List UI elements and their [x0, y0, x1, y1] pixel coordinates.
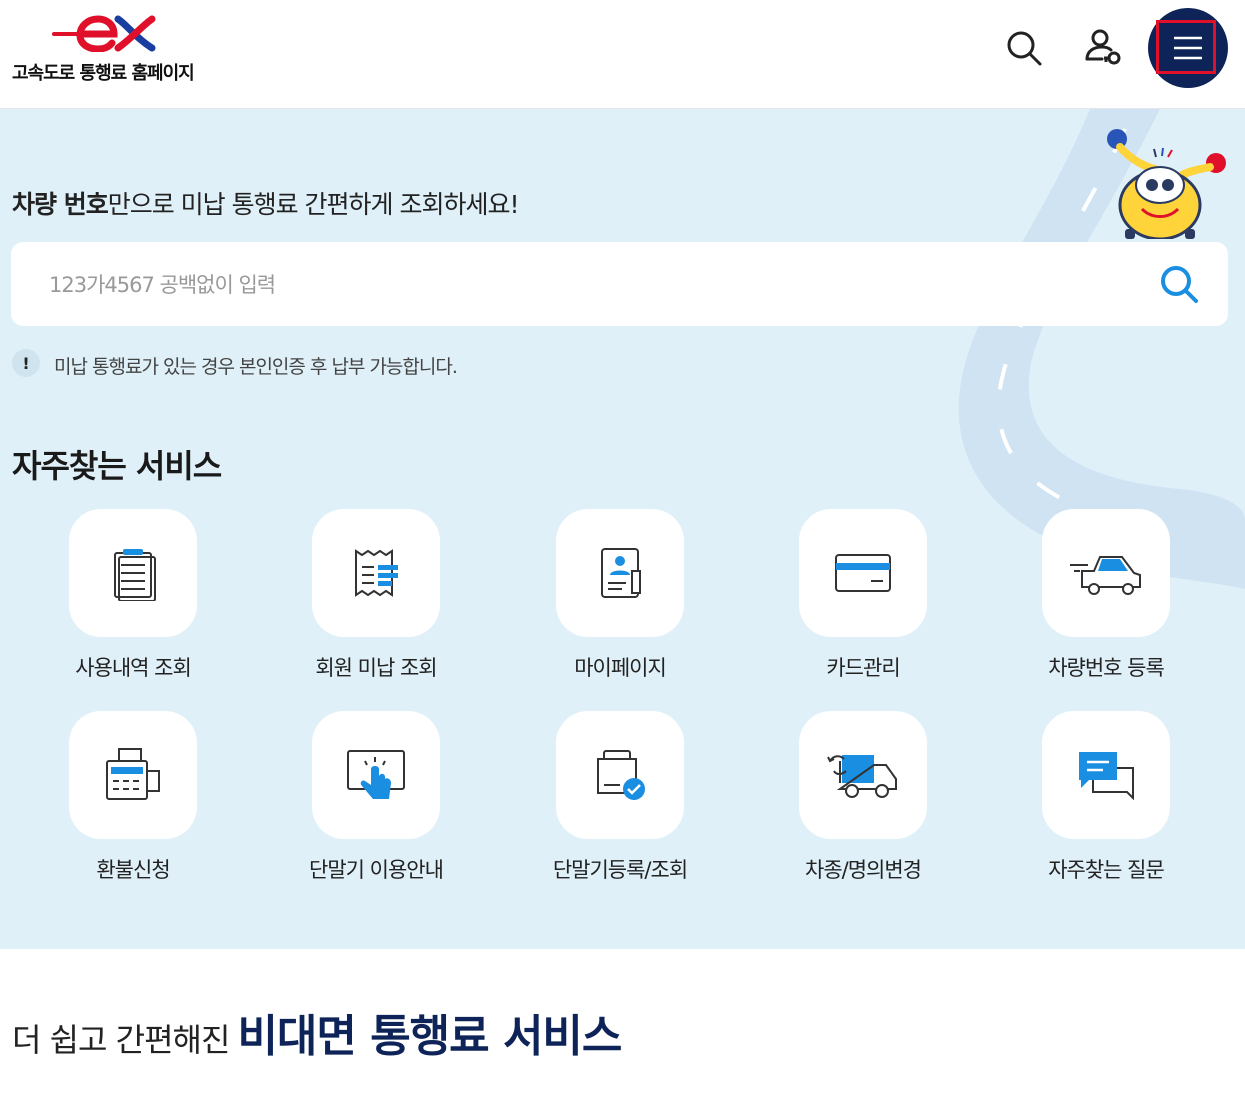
headline-rest: 만으로 미납 통행료 간편하게 조회하세요! [107, 190, 520, 219]
search-icon [1007, 31, 1042, 66]
plate-number-input[interactable] [47, 262, 1131, 308]
service-refund[interactable]: 환불신청 [33, 711, 233, 901]
service-tile [799, 711, 927, 839]
service-plate-register[interactable]: 차량번호 등록 [1006, 509, 1206, 699]
clipboard-list-icon [114, 549, 156, 601]
fax-refund-icon [106, 748, 160, 800]
service-label: 자주찾는 질문 [1048, 858, 1165, 882]
service-tile [556, 711, 684, 839]
service-tile [312, 711, 440, 839]
search-icon [1161, 266, 1198, 303]
services-title: 자주찾는 서비스 [12, 447, 222, 485]
service-device-guide[interactable]: 단말기 이용안내 [276, 711, 476, 901]
touch-screen-icon [347, 750, 405, 799]
service-usage-history[interactable]: 사용내역 조회 [33, 509, 233, 699]
car-icon [1070, 556, 1141, 595]
service-label: 단말기등록/조회 [552, 858, 688, 882]
site-name: 고속도로 통행료 홈페이지 [12, 63, 195, 84]
service-label: 사용내역 조회 [75, 656, 192, 680]
service-label: 환불신청 [96, 858, 170, 882]
service-mypage[interactable]: 마이페이지 [520, 509, 720, 699]
mascot-car-icon [1107, 129, 1226, 239]
service-label: 차종/명의변경 [805, 858, 922, 882]
truck-change-icon [827, 755, 897, 798]
hamburger-menu-button[interactable] [1148, 8, 1228, 88]
service-tile [1042, 509, 1170, 637]
service-tile [312, 509, 440, 637]
contactless-section-title: 더 쉽고 간편해진 비대면 통행료 서비스 [12, 1000, 622, 1064]
service-card-manage[interactable]: 카드관리 [763, 509, 963, 699]
headline-bold: 차량 번호 [12, 190, 109, 219]
hero-band: 차량 번호만으로 미납 통행료 간편하게 조회하세요! ! 미납 통행료가 있는… [0, 109, 1245, 949]
service-label: 카드관리 [826, 656, 900, 680]
service-tile [69, 509, 197, 637]
header-search-button[interactable] [994, 18, 1054, 78]
bottom-strong: 비대면 통행료 서비스 [237, 1011, 622, 1062]
site-header: 고속도로 통행료 홈페이지 [0, 0, 1245, 109]
service-label: 회원 미납 조회 [315, 656, 437, 680]
service-tile [799, 509, 927, 637]
service-device-register[interactable]: 단말기등록/조회 [520, 711, 720, 901]
plate-search-box [11, 242, 1228, 326]
receipt-icon [355, 549, 398, 597]
bottom-lead: 더 쉽고 간편해진 [12, 1021, 230, 1059]
service-label: 마이페이지 [574, 656, 667, 680]
site-logo[interactable]: 고속도로 통행료 홈페이지 [12, 14, 212, 84]
plate-search-button[interactable] [1157, 262, 1201, 306]
service-faq[interactable]: 자주찾는 질문 [1006, 711, 1206, 901]
services-grid: 사용내역 조회 회원 미납 조회 마이페이지 카드관리 차량번호 등록 환불신청… [0, 509, 1245, 929]
hero-headline: 차량 번호만으로 미납 통행료 간편하게 조회하세요! [12, 185, 520, 221]
service-tile [1042, 711, 1170, 839]
device-check-icon [597, 750, 645, 800]
service-vehicle-change[interactable]: 차종/명의변경 [763, 711, 963, 901]
credit-card-icon [835, 554, 891, 592]
chat-bubbles-icon [1079, 752, 1134, 801]
service-member-unpaid[interactable]: 회원 미납 조회 [276, 509, 476, 699]
header-login-button[interactable] [1073, 18, 1133, 78]
service-label: 단말기 이용안내 [309, 858, 444, 882]
hamburger-menu-icon [1174, 36, 1202, 60]
service-label: 차량번호 등록 [1048, 656, 1165, 680]
service-tile [556, 509, 684, 637]
user-key-icon [1085, 29, 1121, 65]
profile-card-icon [601, 548, 641, 598]
notice-text: 미납 통행료가 있는 경우 본인인증 후 납부 가능합니다. [54, 356, 458, 378]
exclamation-icon: ! [12, 349, 40, 377]
service-tile [69, 711, 197, 839]
ex-logo-icon [52, 15, 156, 52]
